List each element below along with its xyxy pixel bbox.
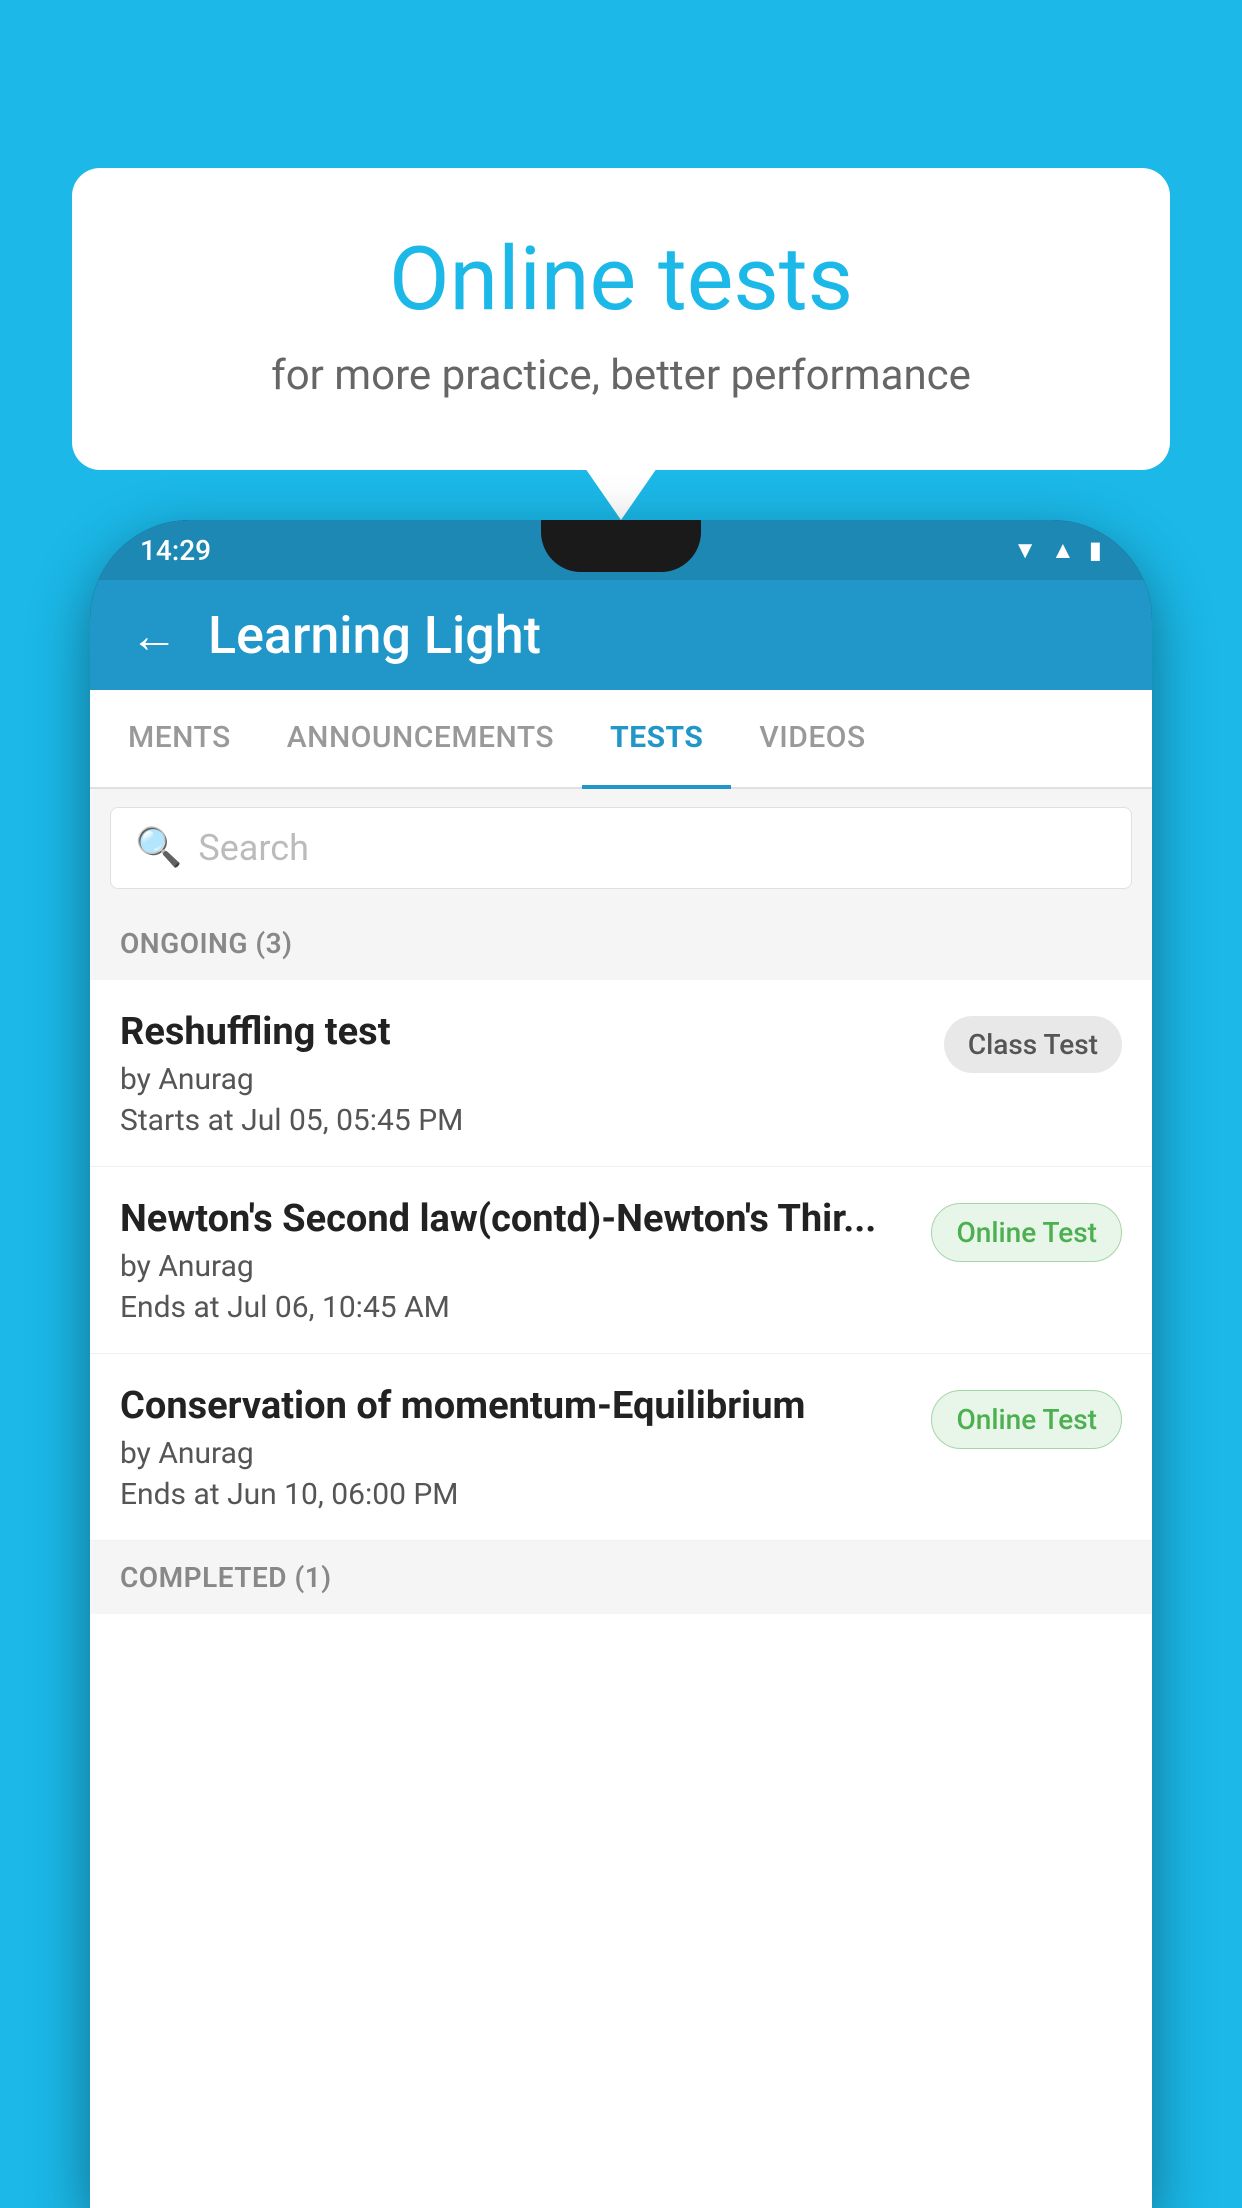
test-item-1-left: Reshuffling test by Anurag Starts at Jul…	[120, 1010, 924, 1138]
tabs-container: MENTS ANNOUNCEMENTS TESTS VIDEOS	[90, 690, 1152, 789]
test-item-1-author: by Anurag	[120, 1062, 924, 1097]
phone-notch	[541, 520, 701, 572]
test-item-2-time: Ends at Jul 06, 10:45 AM	[120, 1290, 911, 1325]
tab-announcements[interactable]: ANNOUNCEMENTS	[259, 690, 582, 789]
test-item-3-badge: Online Test	[931, 1390, 1122, 1449]
status-time: 14:29	[140, 534, 211, 567]
test-item-2-time-label: Ends at	[120, 1290, 220, 1325]
app-bar-title: Learning Light	[208, 605, 541, 666]
search-bar[interactable]: 🔍 Search	[110, 807, 1132, 889]
search-container: 🔍 Search	[90, 789, 1152, 907]
ongoing-section-header: ONGOING (3)	[90, 907, 1152, 980]
search-icon: 🔍	[135, 826, 182, 870]
test-item-3-time-value: Jun 10, 06:00 PM	[227, 1477, 458, 1512]
completed-section-header: COMPLETED (1)	[90, 1541, 1152, 1614]
test-item-1[interactable]: Reshuffling test by Anurag Starts at Jul…	[90, 980, 1152, 1167]
tab-videos[interactable]: VIDEOS	[731, 690, 893, 789]
search-placeholder: Search	[198, 827, 309, 869]
test-item-3-author: by Anurag	[120, 1436, 911, 1471]
test-item-2-left: Newton's Second law(contd)-Newton's Thir…	[120, 1197, 911, 1325]
phone-frame: 14:29 ▼ ▲ ▮ ← Learning Light MENTS ANNOU…	[90, 520, 1152, 2208]
back-button[interactable]: ←	[130, 607, 178, 664]
test-item-1-title: Reshuffling test	[120, 1010, 924, 1054]
test-item-3-time: Ends at Jun 10, 06:00 PM	[120, 1477, 911, 1512]
test-item-1-time-label: Starts at	[120, 1103, 234, 1138]
test-item-3-title: Conservation of momentum-Equilibrium	[120, 1384, 911, 1428]
status-bar: 14:29 ▼ ▲ ▮	[90, 520, 1152, 580]
test-item-2-time-value: Jul 06, 10:45 AM	[227, 1290, 450, 1325]
test-item-3-time-label: Ends at	[120, 1477, 220, 1512]
test-item-3[interactable]: Conservation of momentum-Equilibrium by …	[90, 1354, 1152, 1541]
test-item-2-title: Newton's Second law(contd)-Newton's Thir…	[120, 1197, 911, 1241]
speech-bubble: Online tests for more practice, better p…	[72, 168, 1170, 470]
tab-ments[interactable]: MENTS	[100, 690, 259, 789]
test-item-2[interactable]: Newton's Second law(contd)-Newton's Thir…	[90, 1167, 1152, 1354]
phone-content: MENTS ANNOUNCEMENTS TESTS VIDEOS 🔍 Searc…	[90, 690, 1152, 2208]
signal-icon: ▲	[1051, 536, 1075, 565]
test-item-1-badge: Class Test	[944, 1016, 1122, 1073]
test-item-3-left: Conservation of momentum-Equilibrium by …	[120, 1384, 911, 1512]
bubble-title: Online tests	[152, 228, 1090, 331]
status-icons: ▼ ▲ ▮	[1013, 536, 1102, 565]
test-item-1-time-value: Jul 05, 05:45 PM	[241, 1103, 463, 1138]
wifi-icon: ▼	[1013, 536, 1037, 565]
test-item-2-badge: Online Test	[931, 1203, 1122, 1262]
bubble-subtitle: for more practice, better performance	[152, 351, 1090, 400]
test-item-2-author: by Anurag	[120, 1249, 911, 1284]
tab-tests[interactable]: TESTS	[582, 690, 731, 789]
app-bar: ← Learning Light	[90, 580, 1152, 690]
test-item-1-time: Starts at Jul 05, 05:45 PM	[120, 1103, 924, 1138]
battery-icon: ▮	[1089, 536, 1102, 564]
